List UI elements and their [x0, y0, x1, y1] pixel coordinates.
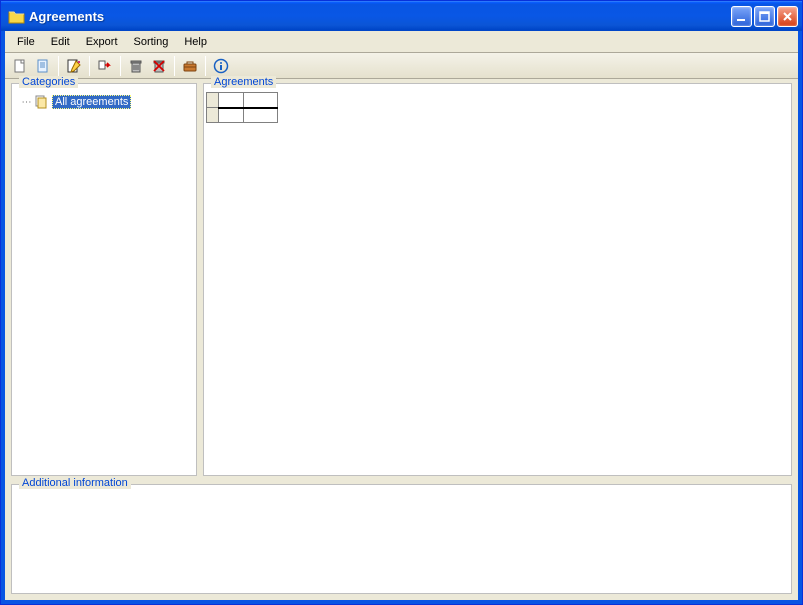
- tree-expander-icon[interactable]: ⋯: [20, 96, 33, 109]
- window-border-left: [1, 31, 5, 604]
- tree-doc-icon: [34, 94, 50, 110]
- move-icon[interactable]: [94, 55, 116, 77]
- agreements-legend: Agreements: [211, 76, 276, 88]
- agreements-table[interactable]: [206, 92, 278, 123]
- toolbar: [5, 53, 798, 79]
- additional-info-legend: Additional information: [19, 477, 131, 489]
- menu-file[interactable]: File: [9, 33, 43, 51]
- edit-document-icon[interactable]: [63, 55, 85, 77]
- categories-tree[interactable]: ⋯ All agreements: [14, 92, 194, 473]
- titlebar[interactable]: Agreements: [1, 1, 802, 31]
- new-document-icon[interactable]: [9, 55, 31, 77]
- categories-groupbox: Categories ⋯ All agreements: [11, 83, 197, 476]
- minimize-button[interactable]: [731, 6, 752, 27]
- window-title: Agreements: [29, 9, 731, 24]
- window-border-bottom: [1, 600, 802, 604]
- maximize-button[interactable]: [754, 6, 775, 27]
- table-corner-cell: [207, 93, 219, 108]
- toolbar-separator: [174, 56, 175, 76]
- table-header-cell[interactable]: [219, 93, 244, 108]
- tree-root-row[interactable]: ⋯ All agreements: [16, 94, 192, 110]
- toolbar-separator: [58, 56, 59, 76]
- agreements-grid[interactable]: [206, 92, 789, 473]
- table-cell[interactable]: [244, 108, 278, 123]
- menubar: File Edit Export Sorting Help: [5, 31, 798, 53]
- app-window: Agreements File Edit Export Sorting Help: [0, 0, 803, 605]
- menu-sorting[interactable]: Sorting: [126, 33, 177, 51]
- info-icon[interactable]: [210, 55, 232, 77]
- toolbar-separator: [205, 56, 206, 76]
- menu-export[interactable]: Export: [78, 33, 126, 51]
- additional-info-content[interactable]: [14, 493, 789, 585]
- menu-edit[interactable]: Edit: [43, 33, 78, 51]
- agreements-groupbox: Agreements: [203, 83, 792, 476]
- table-row[interactable]: [207, 108, 278, 123]
- table-header-row: [207, 93, 278, 108]
- close-button[interactable]: [777, 6, 798, 27]
- table-header-cell[interactable]: [244, 93, 278, 108]
- additional-info-groupbox: Additional information: [11, 484, 792, 594]
- document-icon[interactable]: [32, 55, 54, 77]
- categories-legend: Categories: [19, 76, 78, 88]
- client-area: Categories ⋯ All agreements Agreements: [11, 83, 792, 594]
- table-row-header: [207, 108, 219, 123]
- toolbar-separator: [120, 56, 121, 76]
- delete-icon[interactable]: [125, 55, 147, 77]
- table-cell[interactable]: [219, 108, 244, 123]
- window-controls: [731, 6, 798, 27]
- delete-all-icon[interactable]: [148, 55, 170, 77]
- folder-icon: [7, 8, 25, 25]
- menu-help[interactable]: Help: [176, 33, 215, 51]
- window-border-right: [798, 31, 802, 604]
- briefcase-icon[interactable]: [179, 55, 201, 77]
- tree-root-label[interactable]: All agreements: [52, 95, 131, 109]
- toolbar-separator: [89, 56, 90, 76]
- top-row: Categories ⋯ All agreements Agreements: [11, 83, 792, 476]
